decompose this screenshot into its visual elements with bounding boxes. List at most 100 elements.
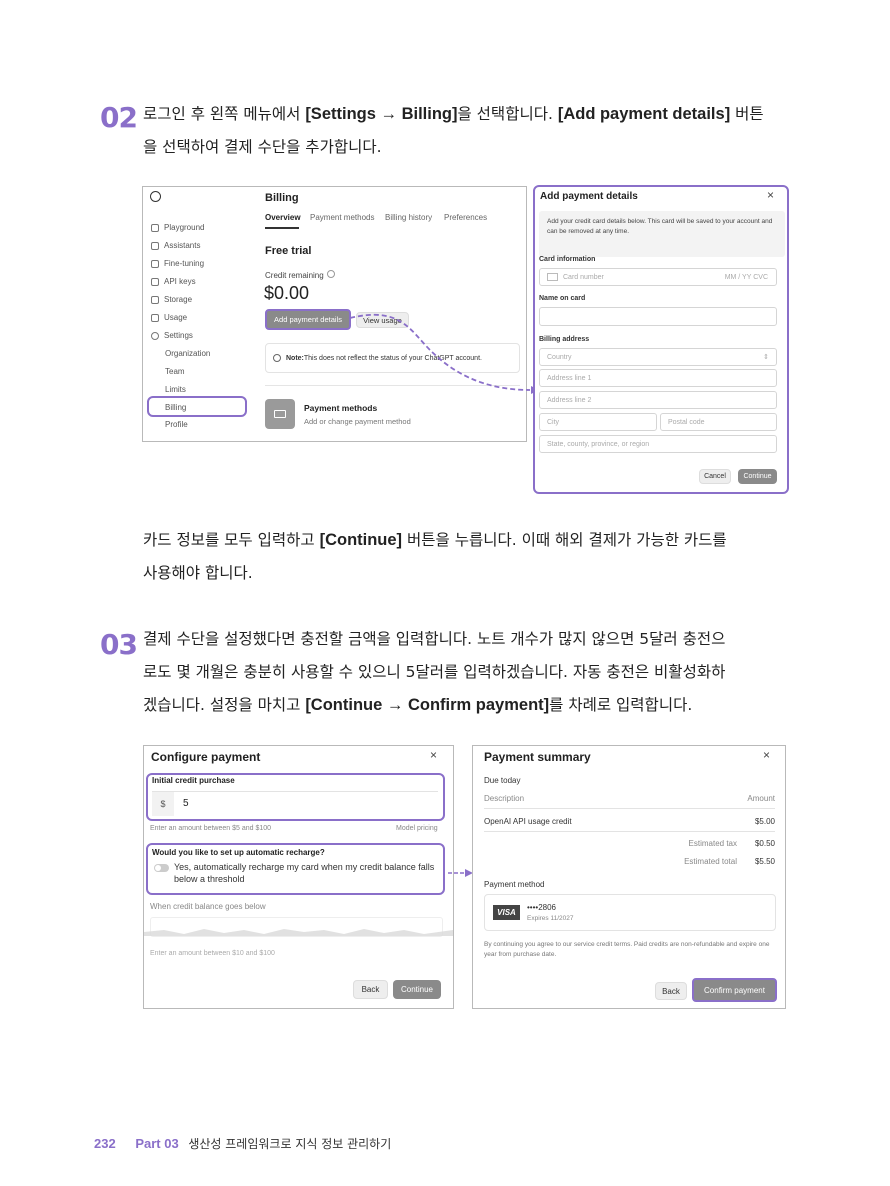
payment-method-label: Payment method — [484, 880, 545, 889]
recharge-option[interactable]: Yes, automatically recharge my card when… — [174, 861, 439, 885]
visa-logo-icon: VISA — [493, 905, 520, 920]
sidebar-item-team[interactable]: Team — [165, 367, 185, 376]
terms-text: By continuing you agree to our service c… — [484, 941, 770, 958]
billing-address-label: Billing address — [539, 336, 590, 343]
card-expiry: Expires 11/2027 — [527, 915, 574, 922]
tax-label: Estimated tax — [688, 839, 737, 848]
initial-credit-section: Initial credit purchase $ 5 — [146, 773, 445, 821]
info-icon — [327, 270, 335, 278]
mid-paragraph: 카드 정보를 모두 입력하고 [Continue] 버튼을 누릅니다. 이때 해… — [143, 531, 727, 582]
summary-title: Payment summary — [484, 750, 591, 764]
chapter-title: 생산성 프레임워크로 지식 정보 관리하기 — [188, 1137, 392, 1151]
add-payment-dialog: Add payment details × Add your credit ca… — [533, 185, 789, 494]
sidebar-item-storage[interactable]: Storage — [151, 295, 192, 304]
page-footer: 232 Part 03 생산성 프레임워크로 지식 정보 관리하기 — [94, 1135, 391, 1152]
continue-button[interactable]: Continue — [738, 469, 777, 484]
tab-overview[interactable]: Overview — [265, 213, 301, 222]
dialog-title: Add payment details — [540, 191, 638, 202]
balance-label: When credit balance goes below — [150, 902, 266, 911]
openai-logo-icon — [150, 191, 161, 202]
card-box[interactable]: VISA ••••2806 Expires 11/2027 — [484, 894, 776, 931]
address1-input[interactable]: Address line 1 — [539, 369, 777, 387]
card-info-label: Card information — [539, 256, 596, 263]
assistants-icon — [151, 241, 159, 250]
sidebar-item-usage[interactable]: Usage — [151, 313, 187, 322]
tab-billing-history[interactable]: Billing history — [385, 213, 432, 222]
sidebar-item-fine-tuning[interactable]: Fine-tuning — [151, 259, 204, 268]
credit-value: $0.00 — [264, 283, 310, 303]
tab-preferences[interactable]: Preferences — [444, 213, 487, 222]
tab-payment-methods[interactable]: Payment methods — [310, 213, 374, 222]
total-value: $5.50 — [754, 857, 775, 866]
address2-input[interactable]: Address line 2 — [539, 391, 777, 409]
sidebar-item-organization[interactable]: Organization — [165, 349, 210, 358]
col-description: Description — [484, 794, 525, 803]
range-hint: Enter an amount between $5 and $100 — [150, 825, 272, 832]
line-item-amount: $5.00 — [754, 817, 775, 826]
sidebar-item-assistants[interactable]: Assistants — [151, 241, 200, 250]
initial-credit-label: Initial credit purchase — [152, 776, 235, 785]
sidebar-item-billing-highlight — [147, 396, 247, 417]
storage-icon — [151, 295, 159, 304]
part-label: Part 03 — [135, 1136, 179, 1151]
payment-methods-title[interactable]: Payment methods — [304, 403, 377, 413]
country-placeholder: Country — [547, 353, 572, 361]
configure-payment-panel: Configure payment × Initial credit purch… — [143, 745, 454, 1009]
state-input[interactable]: State, county, province, or region — [539, 435, 777, 453]
sidebar-item-settings[interactable]: Settings — [151, 331, 193, 340]
torn-edge — [144, 929, 453, 936]
card-number-input[interactable]: Card number MM / YY CVC — [539, 268, 777, 286]
model-pricing-link[interactable]: Model pricing — [396, 825, 438, 832]
total-label: Estimated total — [684, 857, 737, 866]
divider — [484, 808, 775, 809]
payment-summary-panel: Payment summary × Due today Description … — [472, 745, 786, 1009]
chevron-updown-icon: ⇕ — [763, 354, 769, 361]
dashed-arrow — [349, 313, 539, 394]
card-number: ••••2806 — [527, 903, 556, 912]
divider — [484, 831, 775, 832]
plan-name: Free trial — [265, 245, 312, 257]
billing-title: Billing — [265, 192, 299, 204]
dashed-arrow — [448, 869, 473, 877]
configure-title: Configure payment — [151, 750, 261, 764]
recharge-question: Would you like to set up automatic recha… — [152, 848, 325, 857]
city-input[interactable]: City — [539, 413, 657, 431]
initial-credit-input[interactable]: $ 5 — [152, 791, 438, 816]
sidebar-item-profile[interactable]: Profile — [165, 420, 188, 429]
close-icon[interactable]: × — [763, 748, 770, 762]
sidebar-item-limits[interactable]: Limits — [165, 385, 186, 394]
payment-methods-sub: Add or change payment method — [304, 417, 411, 426]
name-on-card-input[interactable] — [539, 307, 777, 326]
sidebar-item-playground[interactable]: Playground — [151, 223, 204, 232]
col-amount: Amount — [747, 794, 775, 803]
sidebar-item-billing[interactable]: Billing — [165, 403, 186, 412]
dialog-info: Add your credit card details below. This… — [539, 211, 785, 257]
confirm-payment-button[interactable]: Confirm payment — [692, 978, 777, 1002]
back-button[interactable]: Back — [655, 982, 687, 1000]
country-select[interactable]: Country ⇕ — [539, 348, 777, 366]
gear-icon — [151, 331, 159, 340]
card-icon — [547, 273, 558, 281]
currency-prefix: $ — [152, 792, 174, 816]
due-today: Due today — [484, 776, 521, 785]
step-number: 03 — [100, 628, 138, 661]
continue-button[interactable]: Continue — [393, 980, 441, 999]
step2-paragraph: 로그인 후 왼쪽 메뉴에서 [Settings → Billing]을 선택합니… — [143, 105, 764, 156]
payment-methods-card-icon — [265, 399, 295, 429]
page-number: 232 — [94, 1136, 116, 1151]
tab-overview-underline — [265, 227, 299, 229]
postal-code-input[interactable]: Postal code — [660, 413, 777, 431]
close-icon[interactable]: × — [767, 188, 774, 202]
close-icon[interactable]: × — [430, 748, 437, 762]
auto-recharge-section: Would you like to set up automatic recha… — [146, 843, 445, 895]
card-exp-cvc: MM / YY CVC — [724, 273, 768, 281]
step-number: 02 — [100, 101, 138, 134]
add-payment-details-button[interactable]: Add payment details — [265, 309, 351, 330]
chart-icon — [151, 313, 159, 322]
step3-paragraph: 결제 수단을 설정했다면 충전할 금액을 입력합니다. 노트 개수가 많지 않으… — [143, 630, 726, 714]
credit-label: Credit remaining — [265, 271, 324, 280]
sidebar-item-api-keys[interactable]: API keys — [151, 277, 196, 286]
recharge-toggle[interactable] — [154, 864, 169, 872]
back-button[interactable]: Back — [353, 980, 388, 999]
cancel-button[interactable]: Cancel — [699, 469, 731, 484]
